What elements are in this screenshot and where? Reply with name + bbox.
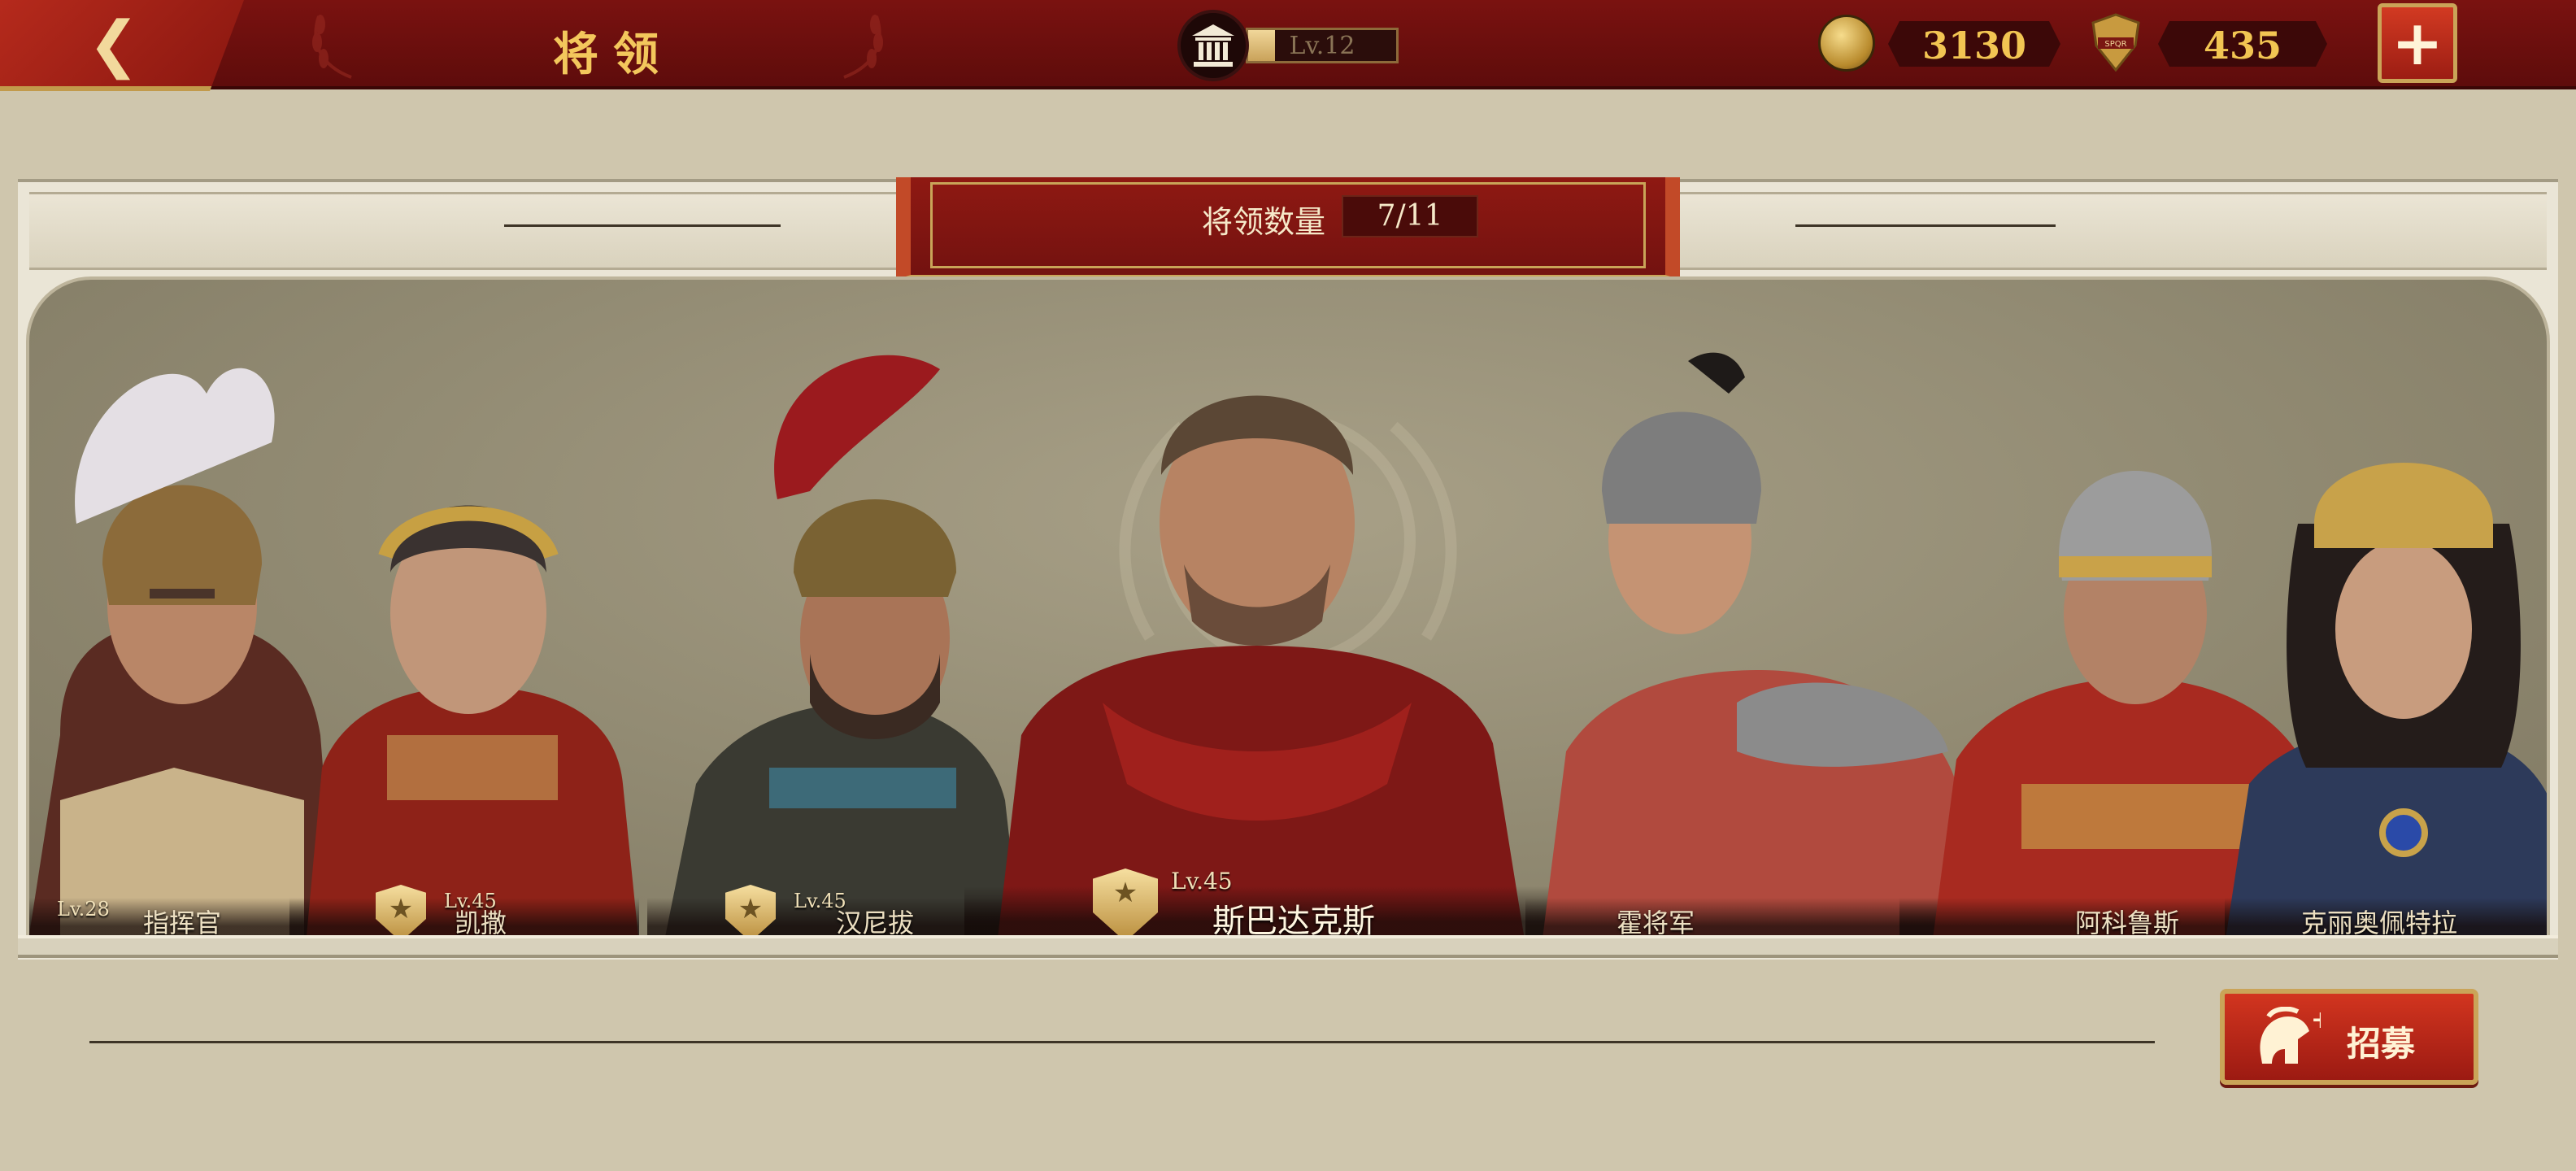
building-icon [1177, 10, 1249, 81]
coin-icon [1818, 15, 1875, 72]
svg-text:+: + [2311, 1007, 2321, 1034]
general-count-banner: 将领数量 7/11 [896, 177, 1680, 280]
general-card-cleopatra[interactable]: 克丽奥佩特拉 [2225, 280, 2547, 938]
general-count-label: 将领数量 [1202, 204, 1326, 240]
bottom-divider [89, 1041, 2155, 1043]
city-level[interactable]: Lv.12 [1177, 10, 1399, 81]
laurel-left-icon [312, 15, 352, 79]
general-level: Lv.45 [1171, 868, 1233, 895]
svg-text:SPQR: SPQR [2104, 40, 2126, 49]
level-progress-bar: Lv.12 [1246, 28, 1399, 63]
laurel-right-icon [843, 15, 883, 79]
generals-carousel: Lv.28 指挥官 Lv.45 凯撒 Lv.45 汉尼拔 [26, 276, 2550, 942]
level-label: Lv.12 [1289, 32, 1355, 60]
ribbon-line-left [504, 224, 781, 227]
general-card-caesar[interactable]: Lv.45 凯撒 [289, 280, 639, 938]
add-currency-button[interactable]: + [2378, 3, 2457, 83]
spqr-value: 435 [2203, 24, 2282, 67]
general-portrait-spartacus [997, 395, 1525, 938]
coin-counter[interactable]: 3130 [1888, 21, 2060, 67]
spqr-counter[interactable]: 435 [2158, 21, 2327, 67]
carousel-frame-bottom [18, 935, 2558, 958]
back-button[interactable]: ❮ [0, 0, 244, 91]
general-portrait-cleopatra [2226, 463, 2547, 938]
general-card-spartacus[interactable]: Lv.45 斯巴达克斯 [964, 280, 1550, 938]
general-portrait-caesar [306, 505, 639, 938]
general-count-value: 7/11 [1377, 199, 1443, 233]
recruit-button[interactable]: + 招募 [2220, 989, 2478, 1085]
spqr-icon: SPQR [2091, 13, 2140, 72]
general-count-value-box: 7/11 [1342, 195, 1478, 237]
coin-value: 3130 [1921, 24, 2027, 67]
page-title: 将领 [553, 28, 673, 81]
recruit-label: 招募 [2347, 1024, 2416, 1064]
back-arrow-icon: ❮ [88, 7, 140, 80]
plus-icon: + [2391, 7, 2443, 79]
ribbon-line-right [1795, 224, 2056, 227]
spartan-helmet-icon: + [2260, 1007, 2321, 1064]
top-bar: ❮ 将领 Lv.12 3130 SPQR 435 + [0, 0, 2576, 91]
